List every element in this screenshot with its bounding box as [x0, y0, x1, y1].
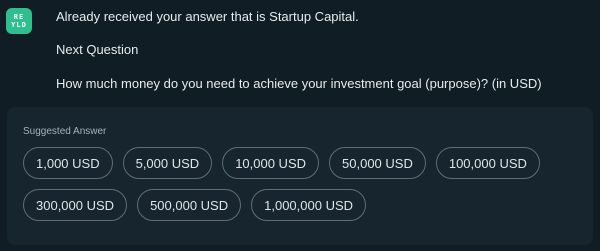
answer-chip-1000[interactable]: 1,000 USD — [23, 147, 113, 179]
suggested-answers-row: 1,000 USD 5,000 USD 10,000 USD 50,000 US… — [23, 147, 540, 179]
suggested-answer-label: Suggested Answer — [23, 126, 107, 137]
answer-chip-100000[interactable]: 100,000 USD — [435, 147, 540, 179]
answer-chip-1000000[interactable]: 1,000,000 USD — [251, 189, 367, 221]
message-next-question-label: Next Question — [56, 42, 139, 57]
bot-avatar-logo: RE YLD — [6, 8, 32, 34]
answer-chip-5000[interactable]: 5,000 USD — [122, 147, 213, 179]
answer-chip-10000[interactable]: 10,000 USD — [222, 147, 320, 179]
answer-chip-50000[interactable]: 50,000 USD — [329, 147, 426, 179]
message-confirmation-text: Already received your answer that is Sta… — [56, 9, 359, 24]
bot-message: RE YLD Already received your answer that… — [0, 0, 600, 100]
suggested-answers-row: 300,000 USD 500,000 USD 1,000,000 USD — [23, 189, 367, 221]
message-question-text: How much money do you need to achieve yo… — [56, 76, 542, 91]
suggested-answers-panel: Suggested Answer 1,000 USD 5,000 USD 10,… — [7, 107, 593, 245]
answer-chip-500000[interactable]: 500,000 USD — [137, 189, 242, 221]
answer-chip-300000[interactable]: 300,000 USD — [23, 189, 128, 221]
avatar-logo-bottom: YLD — [11, 21, 27, 29]
avatar-logo-top: RE — [13, 13, 25, 21]
